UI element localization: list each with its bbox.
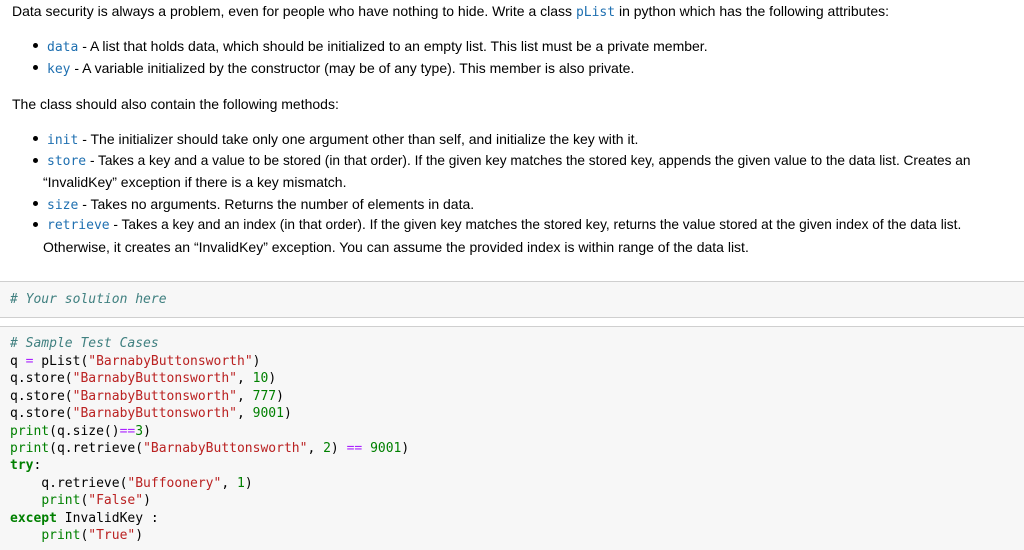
code-token: print — [10, 423, 50, 439]
code-token: ) — [252, 354, 261, 369]
code-token: : — [33, 458, 42, 474]
code-token: ) — [283, 406, 292, 422]
method-item-store: store - Takes a key and a value to be st… — [47, 153, 971, 169]
code-token: == — [346, 441, 363, 456]
code-token: ) — [276, 388, 284, 404]
code-line: try: — [10, 457, 41, 474]
code-token: , — [237, 388, 253, 404]
code-token: print — [41, 528, 81, 543]
method-desc: - Takes a key and an index (in that orde… — [109, 217, 962, 232]
attribute-desc: - A variable initialized by the construc… — [70, 60, 635, 76]
attribute-name: key — [47, 62, 71, 77]
attribute-name: data — [47, 40, 79, 55]
attribute-desc: - A list that holds data, which should b… — [78, 38, 708, 54]
code-line: print(q.size()==3) — [10, 423, 151, 440]
bullet-icon — [33, 201, 38, 206]
code-token: ) — [330, 441, 347, 456]
method-name: init — [47, 133, 79, 148]
code-token: , — [237, 406, 253, 422]
solution-comment: # Your solution here — [10, 292, 167, 307]
method-desc-continued: Otherwise, it creates an “InvalidKey” ex… — [43, 239, 749, 255]
code-line: q.retrieve("Buffoonery", 1) — [10, 475, 253, 492]
bullet-icon — [33, 136, 38, 141]
code-token: "BarnabyButtonsworth" — [72, 406, 237, 422]
code-token: 9001 — [370, 441, 402, 456]
method-desc-continued: “InvalidKey” exception if there is a key… — [43, 174, 347, 190]
code-token: ) — [244, 475, 253, 491]
code-line: print("True") — [10, 527, 143, 544]
method-desc: - Takes no arguments. Returns the number… — [78, 196, 475, 212]
code-token: (q.retrieve( — [49, 441, 144, 456]
code-token: 1 — [236, 475, 245, 491]
solution-code-cell[interactable]: # Your solution here — [0, 281, 1024, 318]
code-token: 3 — [135, 423, 144, 439]
code-token: except — [10, 510, 57, 526]
attribute-item-key: key - A variable initialized by the cons… — [47, 60, 634, 77]
code-token: ) — [143, 493, 151, 509]
method-desc: - The initializer should take only one a… — [78, 131, 639, 147]
code-token: print — [41, 493, 81, 509]
code-token: q.store( — [10, 406, 73, 422]
code-token: ) — [143, 423, 151, 439]
method-name: size — [47, 198, 79, 213]
bullet-icon — [33, 222, 38, 227]
code-token: 9001 — [252, 406, 284, 422]
code-token: InvalidKey : — [56, 510, 159, 526]
code-token: "BarnabyButtonsworth" — [143, 441, 308, 456]
intro-text: Data security is always a problem, even … — [12, 3, 576, 19]
code-line: q.store("BarnabyButtonsworth", 10) — [10, 370, 276, 387]
method-name: retrieve — [47, 218, 110, 233]
code-line: print(q.retrieve("BarnabyButtonsworth", … — [10, 440, 409, 457]
code-token: ) — [401, 441, 410, 456]
code-token: "BarnabyButtonsworth" — [72, 371, 237, 387]
method-desc: - Takes a key and a value to be stored (… — [86, 153, 971, 168]
code-token: , — [221, 475, 237, 491]
code-token: , — [307, 441, 324, 456]
class-name-code: pList — [575, 5, 616, 20]
bullet-icon — [33, 43, 38, 48]
code-token: q.retrieve( — [10, 475, 128, 491]
code-token: pList( — [33, 354, 89, 369]
code-token: 2 — [323, 441, 331, 456]
method-item-size: size - Takes no arguments. Returns the n… — [47, 196, 474, 213]
code-token: try — [10, 458, 34, 474]
method-name: store — [47, 154, 87, 169]
code-token: q — [10, 354, 26, 369]
code-token: q.store( — [10, 371, 73, 387]
code-token: 777 — [252, 388, 277, 404]
attribute-item-data: data - A list that holds data, which sho… — [47, 38, 708, 55]
code-token: 10 — [252, 371, 269, 387]
code-token: (q.size() — [49, 423, 120, 439]
code-line: print("False") — [10, 492, 151, 509]
code-line: q.store("BarnabyButtonsworth", 9001) — [10, 405, 292, 422]
code-token: ) — [135, 528, 144, 543]
intro-text-end: in python which has the following attrib… — [615, 3, 890, 19]
code-line: except InvalidKey : — [10, 510, 159, 527]
methods-intro: The class should also contain the follow… — [12, 96, 339, 112]
code-token: print — [10, 441, 50, 456]
code-token: "Buffoonery" — [127, 475, 222, 491]
code-line: q.store("BarnabyButtonsworth", 777) — [10, 388, 284, 405]
code-token: ) — [268, 371, 277, 387]
code-token: "BarnabyButtonsworth" — [88, 354, 253, 369]
test-code-cell[interactable]: # Sample Test Cases q = pList("BarnabyBu… — [0, 326, 1024, 550]
intro-paragraph: Data security is always a problem, even … — [12, 3, 889, 20]
code-line: q = pList("BarnabyButtonsworth") — [10, 353, 260, 370]
code-token: q.store( — [10, 388, 73, 404]
code-token: , — [237, 371, 253, 387]
code-token: "BarnabyButtonsworth" — [72, 388, 237, 404]
bullet-icon — [33, 158, 38, 163]
bullet-icon — [33, 65, 38, 70]
code-token: == — [119, 423, 136, 439]
test-comment: # Sample Test Cases — [10, 336, 159, 351]
code-token: "True" — [88, 528, 136, 543]
code-token: "False" — [88, 493, 144, 509]
method-item-retrieve: retrieve - Takes a key and an index (in … — [47, 217, 961, 233]
method-item-init: init - The initializer should take only … — [47, 131, 638, 148]
